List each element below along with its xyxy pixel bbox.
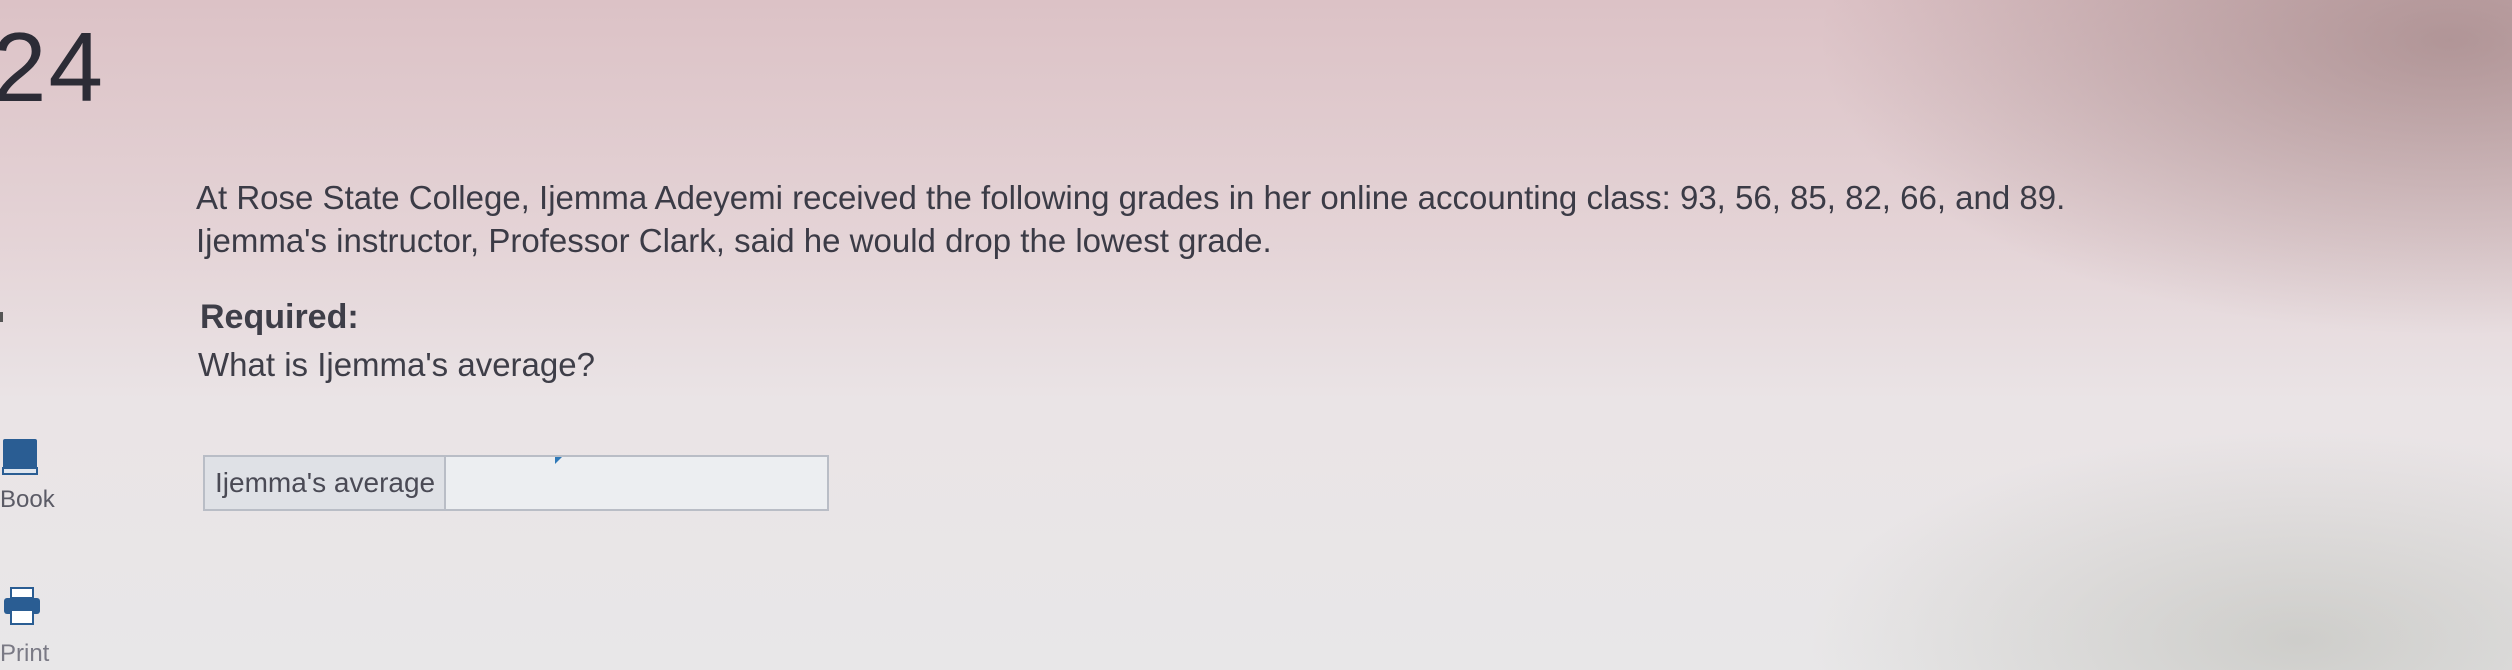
problem-line-2: Ijemma's instructor, Professor Clark, sa… xyxy=(196,222,1272,259)
book-icon xyxy=(2,439,38,475)
required-heading: Required: xyxy=(200,298,359,336)
average-input[interactable] xyxy=(446,457,827,509)
answer-row: Ijemma's average xyxy=(203,455,829,511)
edge-marker xyxy=(0,312,3,322)
problem-line-1: At Rose State College, Ijemma Adeyemi re… xyxy=(196,179,2066,216)
book-label: Book xyxy=(0,486,55,513)
question-number: 24 xyxy=(0,12,106,122)
required-question: What is Ijemma's average? xyxy=(198,346,595,383)
problem-statement: At Rose State College, Ijemma Adeyemi re… xyxy=(196,176,2436,262)
printer-icon xyxy=(4,587,40,625)
print-button[interactable]: Print xyxy=(0,586,70,670)
print-label: Print xyxy=(0,640,50,667)
book-button[interactable]: Book xyxy=(0,438,70,518)
answer-label: Ijemma's average xyxy=(205,457,446,509)
input-corner-marker xyxy=(555,457,562,464)
